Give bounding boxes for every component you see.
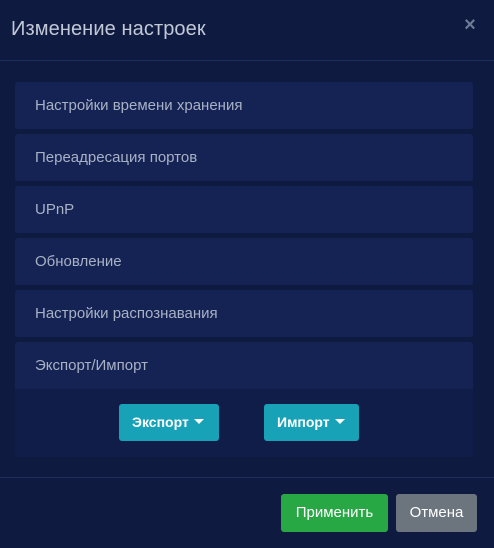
- dialog-title: Изменение настроек: [11, 18, 206, 40]
- import-dropdown-button[interactable]: Импорт: [264, 404, 359, 441]
- export-button-label: Экспорт: [132, 414, 189, 430]
- accordion-item-update[interactable]: Обновление: [15, 238, 473, 285]
- accordion-item-label: UPnP: [35, 201, 75, 218]
- export-dropdown-button[interactable]: Экспорт: [119, 404, 219, 441]
- accordion-item-recognition[interactable]: Настройки распознавания: [15, 290, 473, 337]
- accordion-item-label: Переадресация портов: [35, 149, 198, 166]
- accordion-item-port-forwarding[interactable]: Переадресация портов: [15, 134, 473, 181]
- cancel-button[interactable]: Отмена: [396, 494, 477, 532]
- import-button-label: Импорт: [277, 414, 330, 430]
- dialog-body: Настройки времени хранения Переадресация…: [0, 61, 494, 477]
- accordion-item-label: Настройки времени хранения: [35, 97, 243, 114]
- accordion-item-label: Обновление: [35, 253, 122, 270]
- settings-dialog: Изменение настроек × Настройки времени х…: [0, 0, 494, 548]
- apply-button[interactable]: Применить: [281, 494, 388, 532]
- dialog-header: Изменение настроек ×: [0, 0, 494, 61]
- caret-down-icon: [193, 418, 204, 424]
- accordion-item-upnp[interactable]: UPnP: [15, 186, 473, 233]
- accordion-item-label: Экспорт/Импорт: [35, 357, 148, 374]
- dialog-footer: Применить Отмена: [0, 477, 494, 548]
- close-icon[interactable]: ×: [463, 14, 477, 36]
- caret-down-icon: [334, 418, 345, 424]
- export-import-panel: Экспорт Импорт: [15, 389, 473, 457]
- accordion-item-label: Настройки распознавания: [35, 305, 218, 322]
- accordion-item-retention[interactable]: Настройки времени хранения: [15, 82, 473, 129]
- accordion-item-export-import[interactable]: Экспорт/Импорт: [15, 342, 473, 389]
- settings-accordion: Настройки времени хранения Переадресация…: [15, 82, 473, 457]
